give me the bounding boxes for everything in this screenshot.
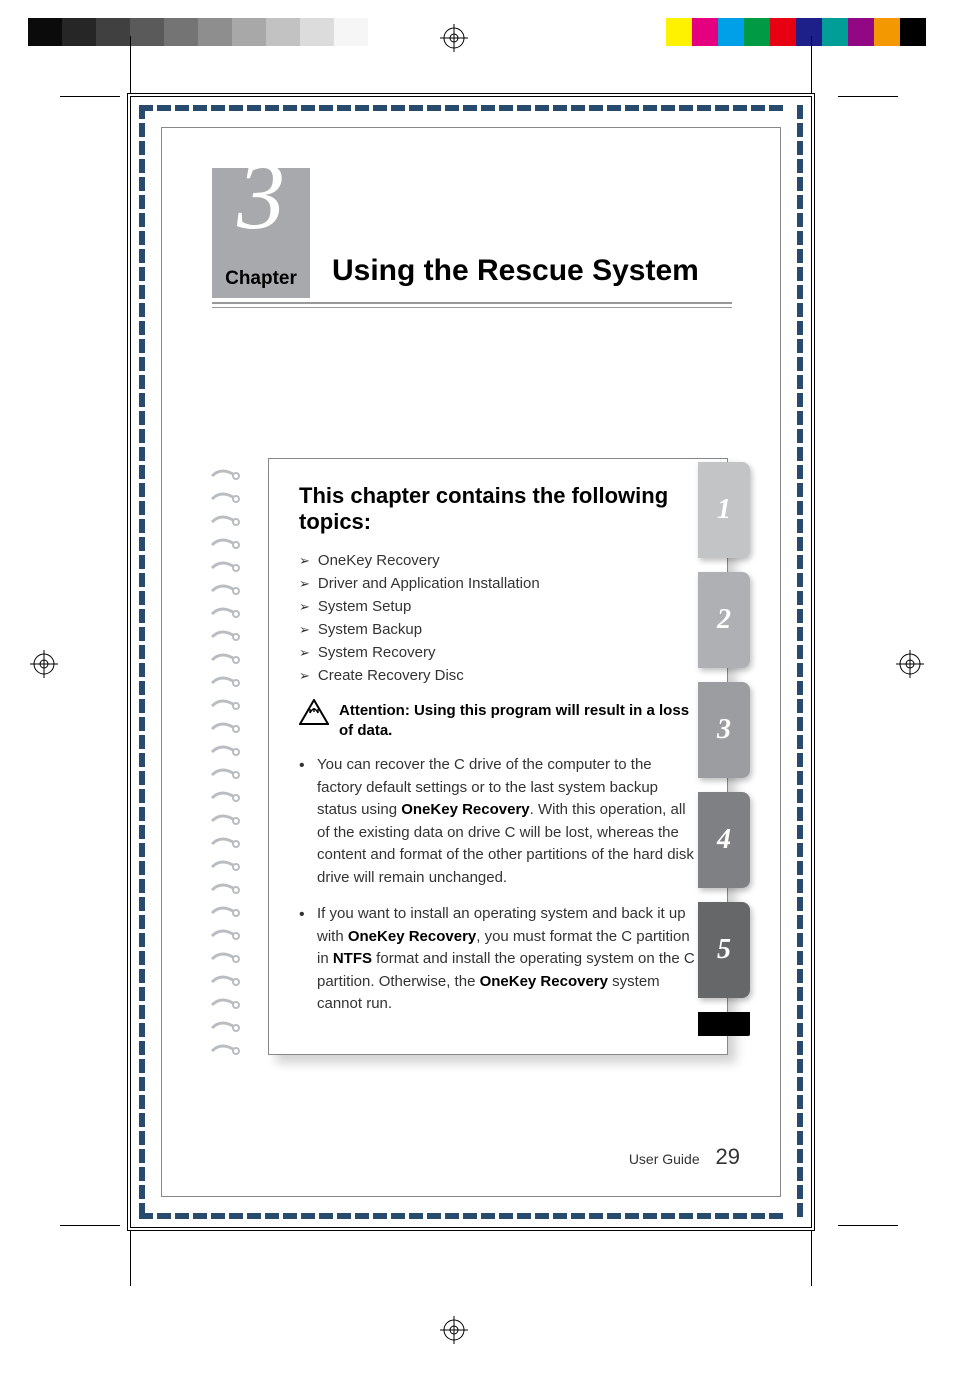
color-swatch: [874, 18, 900, 46]
color-swatch: [198, 18, 232, 46]
color-swatch: [130, 18, 164, 46]
color-swatch: [96, 18, 130, 46]
topics-list-item: System Backup: [299, 618, 697, 641]
topics-list-item: System Setup: [299, 595, 697, 618]
color-swatch: [232, 18, 266, 46]
chapter-number: 3: [212, 148, 310, 244]
crop-mark: [130, 1226, 131, 1286]
crop-mark: [60, 1225, 120, 1226]
topics-list-item: OneKey Recovery: [299, 549, 697, 572]
inner-frame: 3 Chapter Using the Rescue System This c…: [161, 127, 781, 1197]
topics-box: This chapter contains the following topi…: [268, 458, 728, 1055]
chapter-header: 3 Chapter Using the Rescue System: [212, 168, 732, 308]
crop-mark: [838, 96, 898, 97]
topics-wrap: This chapter contains the following topi…: [218, 458, 728, 1055]
crop-mark: [811, 1226, 812, 1286]
registration-mark-icon: [440, 24, 468, 52]
crop-mark: [130, 36, 131, 96]
topics-list-item: System Recovery: [299, 641, 697, 664]
color-swatch: [900, 18, 926, 46]
registration-mark-icon: [896, 650, 924, 678]
crop-mark: [838, 1225, 898, 1226]
crop-mark: [60, 96, 120, 97]
spiral-binding-icon: [208, 468, 242, 1093]
color-swatch: [822, 18, 848, 46]
color-swatch: [334, 18, 368, 46]
tab-5: 5: [698, 902, 750, 998]
topics-heading: This chapter contains the following topi…: [299, 483, 697, 535]
tab-4: 4: [698, 792, 750, 888]
chapter-label: Chapter: [212, 268, 310, 290]
divider: [212, 302, 732, 308]
topics-list: OneKey RecoveryDriver and Application In…: [299, 549, 697, 687]
topics-list-item: Create Recovery Disc: [299, 664, 697, 687]
color-swatch: [666, 18, 692, 46]
color-swatch: [266, 18, 300, 46]
topics-list-item: Driver and Application Installation: [299, 572, 697, 595]
color-swatch: [164, 18, 198, 46]
body-bullet-item: If you want to install an operating syst…: [299, 903, 697, 1030]
tab-2: 2: [698, 572, 750, 668]
tab-end-cap: [698, 1012, 750, 1036]
color-swatch: [770, 18, 796, 46]
registration-mark-icon: [30, 650, 58, 678]
chapter-badge: 3 Chapter: [212, 168, 310, 298]
chapter-tabs: 1 2 3 4 5: [698, 462, 750, 1036]
color-swatch: [848, 18, 874, 46]
body-bullet-item: You can recover the C drive of the compu…: [299, 754, 697, 903]
color-swatch: [300, 18, 334, 46]
color-swatch: [62, 18, 96, 46]
footer-label: User Guide: [629, 1151, 700, 1167]
attention-note: Attention: Using this program will resul…: [299, 699, 697, 740]
page-footer: User Guide 29: [629, 1144, 740, 1170]
tab-3: 3: [698, 682, 750, 778]
page-sheet: 3 Chapter Using the Rescue System This c…: [130, 96, 812, 1228]
color-swatch: [796, 18, 822, 46]
attention-text: Attention: Using this program will resul…: [339, 701, 697, 740]
warning-icon: [299, 699, 329, 729]
page-number: 29: [716, 1144, 740, 1169]
body-bullets: You can recover the C drive of the compu…: [299, 754, 697, 1030]
tab-1: 1: [698, 462, 750, 558]
registration-mark-icon: [440, 1316, 468, 1344]
color-swatch: [744, 18, 770, 46]
printer-color-bars: [28, 18, 926, 50]
color-swatch: [692, 18, 718, 46]
chapter-title: Using the Rescue System: [332, 168, 732, 288]
crop-mark: [811, 36, 812, 96]
color-swatch: [28, 18, 62, 46]
color-swatch: [718, 18, 744, 46]
